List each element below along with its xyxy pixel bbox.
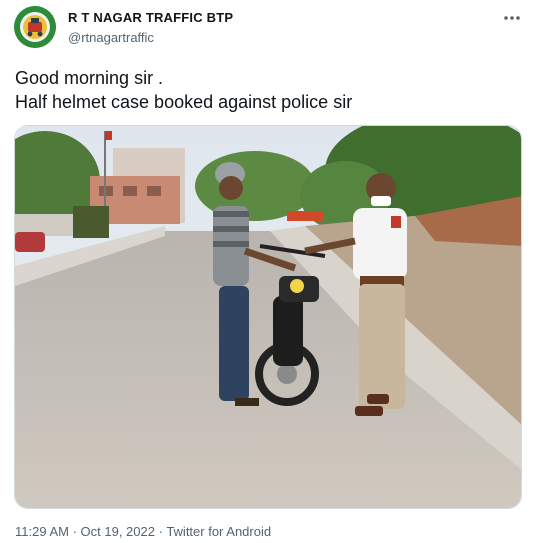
tweet-date[interactable]: Oct 19, 2022 <box>81 524 155 539</box>
tweet-photo[interactable] <box>14 125 522 509</box>
avatar[interactable] <box>14 6 56 48</box>
tweet-text-line: Good morning sir . <box>15 68 164 88</box>
meta-separator: · <box>68 524 81 539</box>
street-photo <box>15 126 521 508</box>
author-handle[interactable]: @rtnagartraffic <box>68 30 154 45</box>
tweet-text-line: Half helmet case booked against police s… <box>15 92 353 112</box>
tweet-source[interactable]: Twitter for Android <box>166 524 271 539</box>
police-emblem-icon <box>14 6 56 48</box>
tweet-text: Good morning sir . Half helmet case book… <box>15 66 352 114</box>
more-horizontal-icon <box>504 16 520 20</box>
tweet-time[interactable]: 11:29 AM <box>15 524 69 539</box>
tweet-meta: 11:29 AM · Oct 19, 2022 · Twitter for An… <box>15 524 271 539</box>
meta-separator: · <box>154 524 167 539</box>
more-button[interactable] <box>500 6 524 30</box>
author-display-name[interactable]: R T NAGAR TRAFFIC BTP <box>68 10 233 25</box>
